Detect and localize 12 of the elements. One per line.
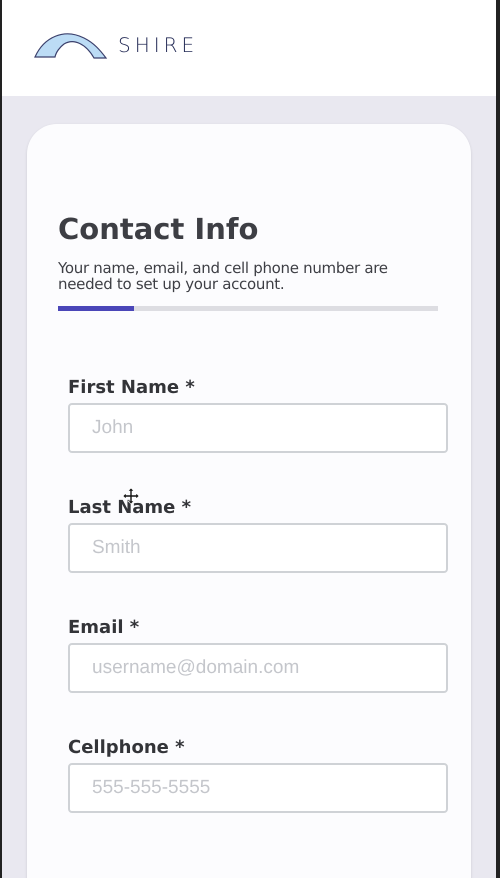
section-description: Your name, email, and cell phone number are needed to set up your account.: [58, 260, 389, 292]
input-field[interactable]: username@domain.com: [68, 643, 448, 693]
input-field[interactable]: 555-555-5555: [68, 763, 448, 813]
input-field[interactable]: Smith: [68, 523, 448, 573]
section-title: Contact Info: [58, 212, 260, 246]
field-label: Cellphone *: [68, 737, 186, 759]
brand-name: SHIRE: [118, 32, 198, 59]
field-label: Email *: [68, 617, 140, 639]
field-label: Last Name *: [68, 497, 192, 519]
field-label: First Name *: [68, 377, 196, 399]
logo-icon: [34, 32, 108, 60]
input-field[interactable]: John: [68, 403, 448, 453]
